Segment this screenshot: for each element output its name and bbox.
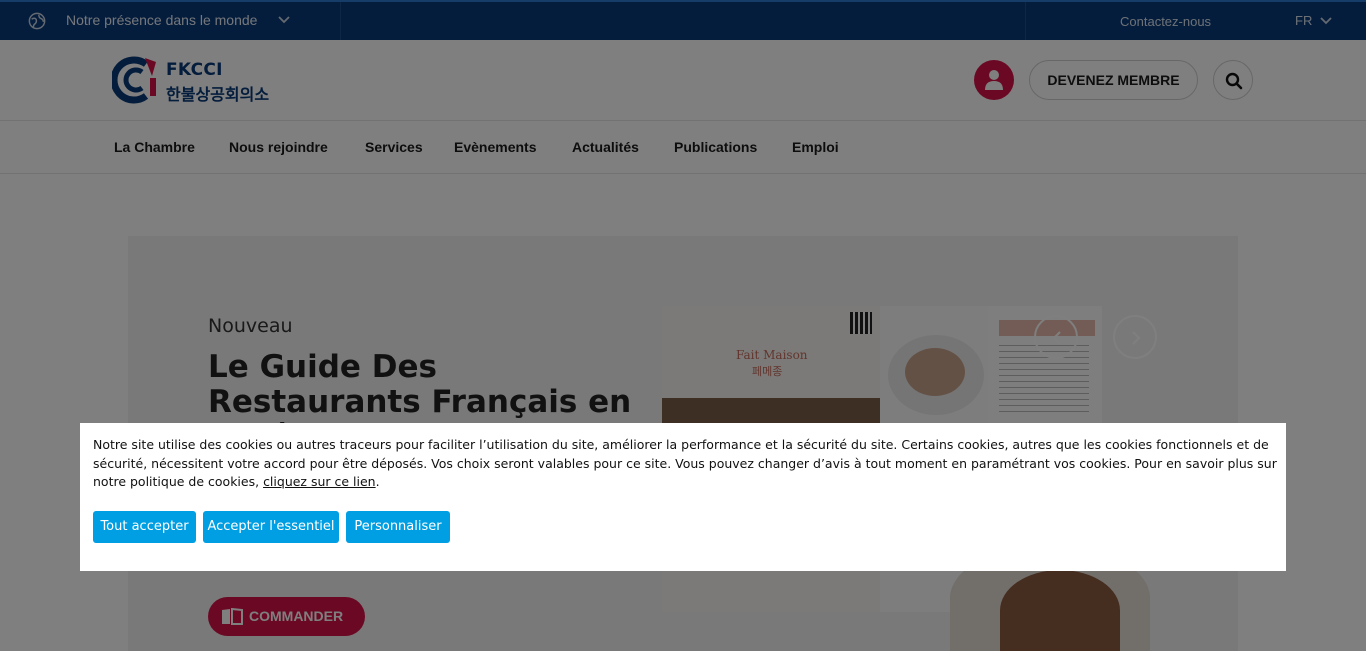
cookie-banner: Notre site utilise des cookies ou autres… (80, 423, 1286, 571)
cookie-text-end: . (375, 474, 380, 489)
accept-essential-button[interactable]: Accepter l'essentiel (203, 511, 339, 543)
cookie-banner-text: Notre site utilise des cookies ou autres… (93, 436, 1278, 492)
customize-button[interactable]: Personnaliser (346, 511, 450, 543)
accept-all-button[interactable]: Tout accepter (93, 511, 196, 543)
cookie-policy-link[interactable]: cliquez sur ce lien (263, 474, 376, 489)
